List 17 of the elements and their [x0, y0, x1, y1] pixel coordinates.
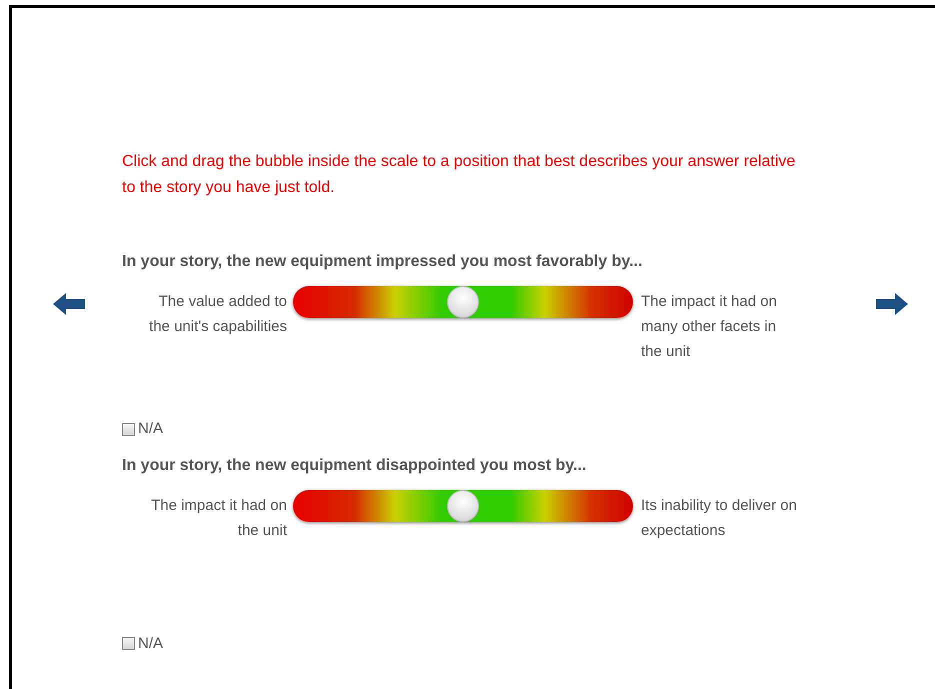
slider-thumb[interactable]: [447, 286, 479, 318]
slider-thumb[interactable]: [447, 490, 479, 522]
na-checkbox[interactable]: [122, 637, 135, 650]
na-label[interactable]: N/A: [138, 632, 164, 655]
right-scale-label: The impact it had on many other facets in the unit: [641, 292, 778, 362]
slider-track[interactable]: [293, 490, 633, 522]
na-checkbox[interactable]: [122, 422, 135, 436]
left-scale-label: The impact it had on the unit: [150, 496, 287, 540]
question-prompt: In your story, the new equipment impressed you most favorably by...: [122, 252, 644, 272]
question-prompt: In your story, the new equipment disappointed you most by...: [122, 456, 588, 476]
next-arrow-icon[interactable]: [875, 292, 909, 316]
back-arrow-icon[interactable]: [52, 292, 86, 316]
left-scale-label: The value added to the unit's capabilities: [148, 292, 287, 337]
na-label[interactable]: N/A: [138, 418, 164, 440]
right-scale-label: Its inability to deliver on expectations: [641, 496, 798, 540]
instruction-text: Click and drag the bubble inside the scale to a position that best describes your answer relative to the story you have just told.: [122, 152, 796, 198]
slider-track[interactable]: [293, 286, 633, 318]
